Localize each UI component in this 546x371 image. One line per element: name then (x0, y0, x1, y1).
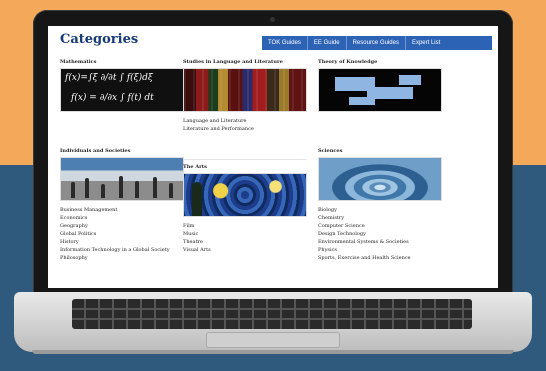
list-item[interactable]: Economics (60, 214, 184, 222)
category-heading[interactable]: Sciences (318, 148, 442, 154)
list-item[interactable]: Philosophy (60, 254, 184, 262)
list-item[interactable]: Visual Arts (183, 246, 307, 254)
puzzle-piece (349, 97, 375, 105)
nav-expert-list[interactable]: Expert List (406, 36, 446, 50)
puzzle-sky-image[interactable] (318, 68, 442, 112)
person-figure (71, 182, 75, 198)
list-item[interactable]: Sports, Exercise and Health Science (318, 254, 442, 262)
person-figure (135, 181, 139, 198)
keyboard (72, 299, 472, 329)
list-item[interactable]: History (60, 238, 184, 246)
puzzle-piece (399, 75, 421, 85)
person-figure (101, 184, 105, 198)
category-heading[interactable]: Theory of Knowledge (318, 59, 442, 65)
list-item[interactable]: Environmental Systems & Societies (318, 238, 442, 246)
water-drop-image[interactable] (318, 157, 442, 201)
list-item[interactable]: Theatre (183, 238, 307, 246)
category-heading[interactable]: Studies in Language and Literature (183, 59, 307, 65)
math-equations-image[interactable]: f(x)=∫ξ ∂/∂t ∫ f(ξ)dξ f(x) = ∂/∂x ∫ f(t)… (60, 68, 184, 112)
list-item[interactable]: Literature and Performance (183, 125, 307, 133)
list-item[interactable]: Language and Literature (183, 117, 307, 125)
category-heading[interactable]: The Arts (183, 164, 307, 170)
category-arts[interactable]: The Arts Film Music Theatre Visual Arts (183, 164, 307, 254)
laptop-base-edge (32, 350, 514, 354)
category-language[interactable]: Studies in Language and Literature Langu… (183, 59, 307, 133)
laptop-base (14, 292, 532, 352)
list-item[interactable]: Design Technology (318, 230, 442, 238)
list-item[interactable]: Chemistry (318, 214, 442, 222)
list-item[interactable]: Information Technology in a Global Socie… (60, 246, 184, 254)
webcam-icon (270, 17, 275, 22)
starry-night-image[interactable] (183, 173, 307, 217)
person-figure (119, 176, 123, 198)
laptop-screen: Categories TOK Guides EE Guide Resource … (48, 26, 498, 288)
category-list: Business Management Economics Geography … (60, 206, 184, 262)
category-individuals[interactable]: Individuals and Societies Business Manag… (60, 148, 184, 262)
list-item[interactable]: Music (183, 230, 307, 238)
list-item[interactable]: Film (183, 222, 307, 230)
laptop-lid: Categories TOK Guides EE Guide Resource … (33, 10, 513, 306)
list-item[interactable]: Biology (318, 206, 442, 214)
category-tok[interactable]: Theory of Knowledge (318, 59, 442, 112)
category-list: Language and Literature Literature and P… (183, 117, 307, 133)
nav-tok-guides[interactable]: TOK Guides (262, 36, 308, 50)
trackpad (206, 332, 340, 348)
nav-ee-guide[interactable]: EE Guide (308, 36, 347, 50)
list-item[interactable]: Business Management (60, 206, 184, 214)
category-heading[interactable]: Individuals and Societies (60, 148, 184, 154)
list-item[interactable]: Physics (318, 246, 442, 254)
person-figure (85, 178, 89, 198)
category-heading[interactable]: Mathematics (60, 59, 184, 65)
category-list: Film Music Theatre Visual Arts (183, 222, 307, 254)
section-divider (183, 159, 307, 160)
top-nav: TOK Guides EE Guide Resource Guides Expe… (262, 36, 492, 50)
person-figure (169, 183, 173, 198)
list-item[interactable]: Geography (60, 222, 184, 230)
person-figure (153, 177, 157, 198)
list-item[interactable]: Computer Science (318, 222, 442, 230)
books-image[interactable] (183, 68, 307, 112)
category-list: Biology Chemistry Computer Science Desig… (318, 206, 442, 262)
category-mathematics[interactable]: Mathematics f(x)=∫ξ ∂/∂t ∫ f(ξ)dξ f(x) =… (60, 59, 184, 112)
crowd-street-image[interactable] (60, 157, 184, 201)
page-title: Categories (60, 32, 139, 47)
category-sciences[interactable]: Sciences Biology Chemistry Computer Scie… (318, 148, 442, 262)
nav-resource-guides[interactable]: Resource Guides (347, 36, 406, 50)
list-item[interactable]: Global Politics (60, 230, 184, 238)
